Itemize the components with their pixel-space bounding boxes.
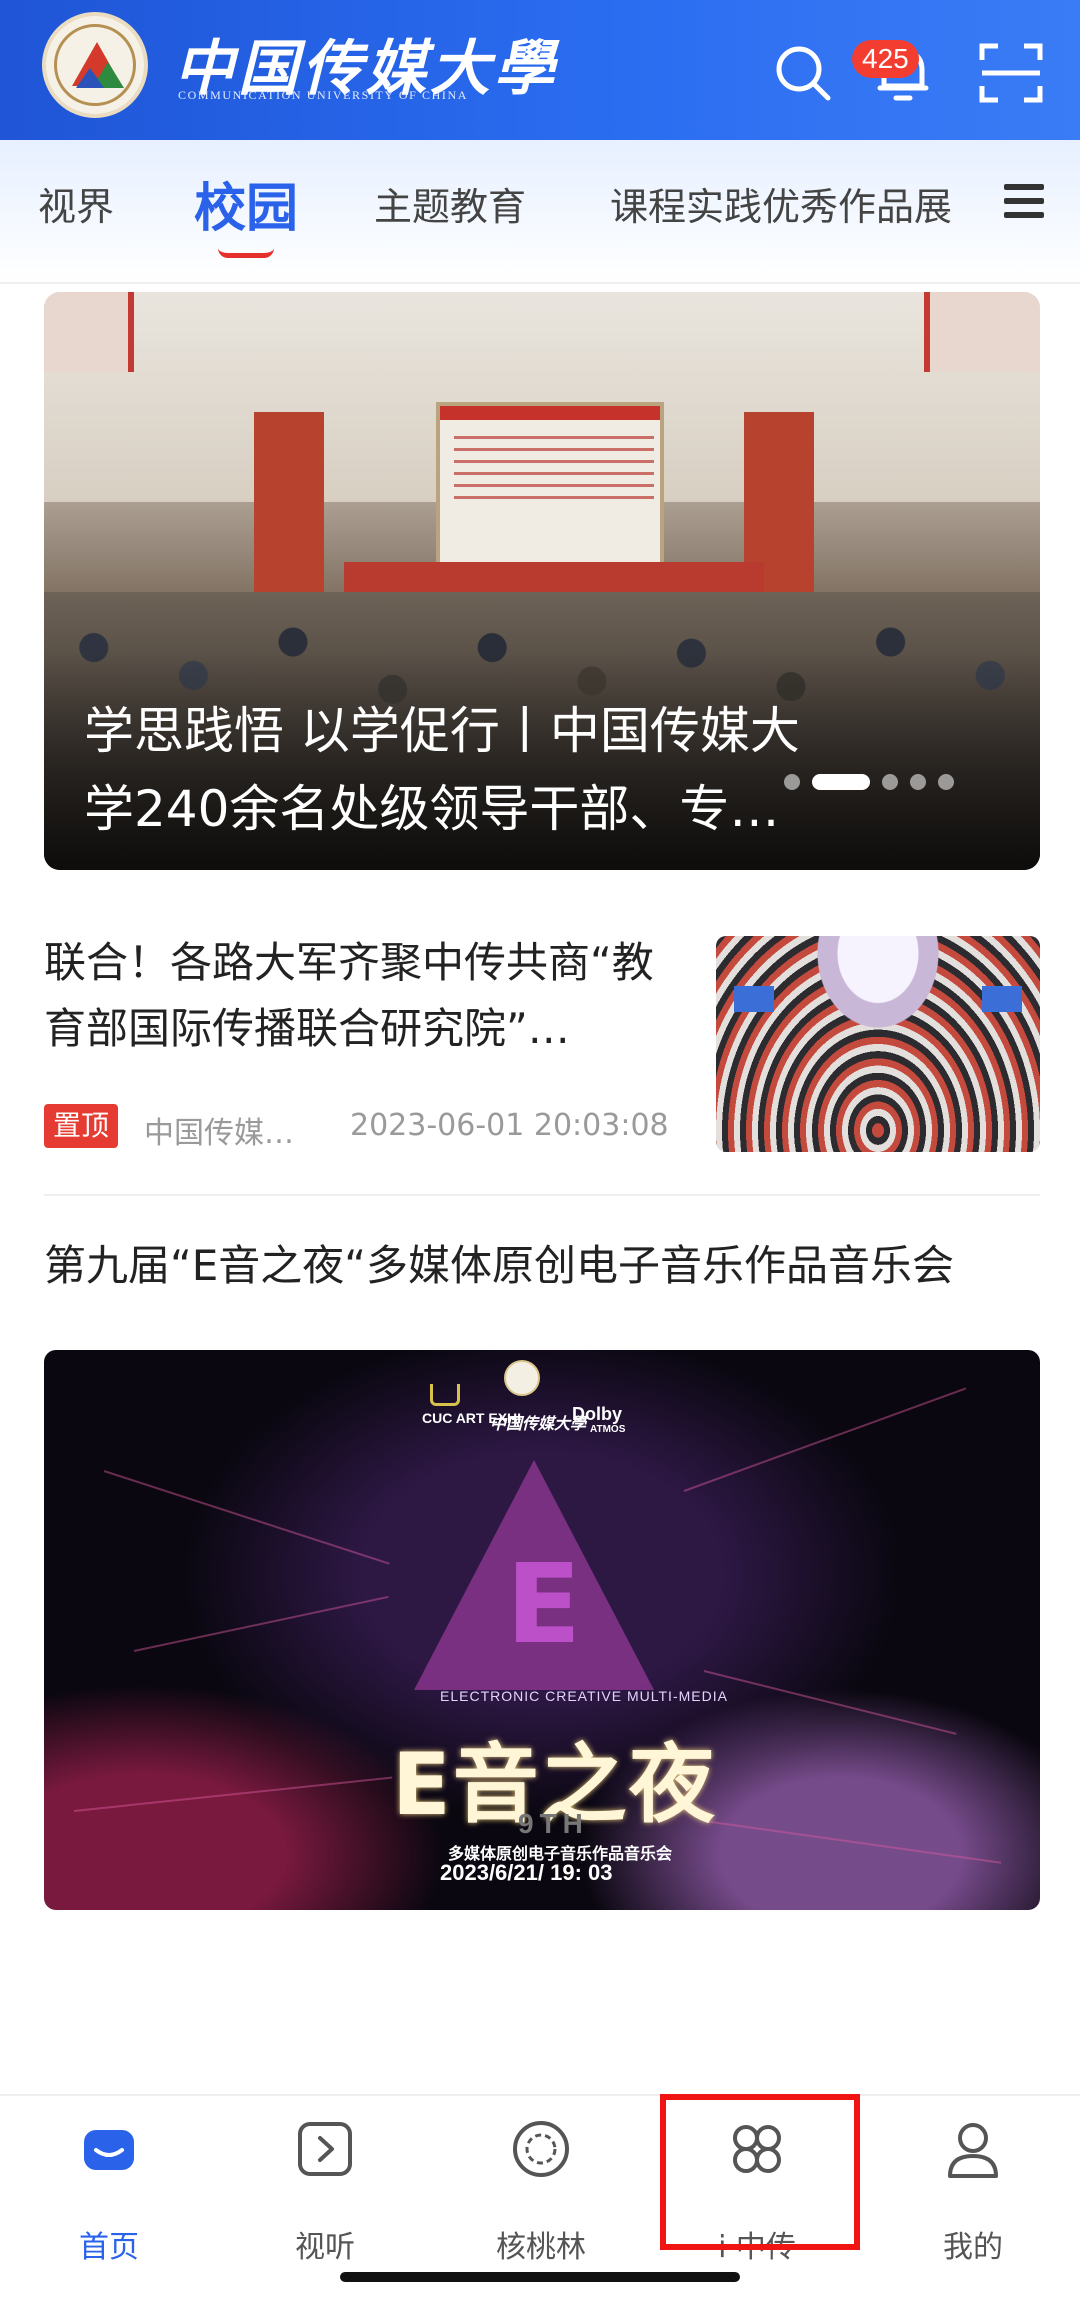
hero-carousel[interactable]: 学思践悟 以学促行丨中国传媒大学240余名处级领导干部、专… (44, 292, 1040, 870)
hero-title[interactable]: 学思践悟 以学促行丨中国传媒大学240余名处级领导干部、专… (84, 692, 844, 848)
nav-media[interactable]: 视听 (240, 2114, 410, 2265)
app-root: 中国传媒大學 COMMUNICATION UNIVERSITY OF CHINA… (0, 0, 1080, 2299)
poster-date: 2023/6/21/ 19: 03 (440, 1860, 613, 1885)
divider (44, 1194, 1040, 1196)
search-icon[interactable] (770, 40, 836, 106)
apps-icon (733, 2125, 781, 2173)
poster-sponsors: CUC ART EXHI 中国传媒大學 Dolby ATMOS (422, 1360, 722, 1435)
news-source: 中国传媒… (144, 1116, 294, 1151)
walnut-icon (513, 2121, 569, 2177)
news-thumbnail[interactable] (716, 936, 1040, 1152)
home-icon (84, 2130, 134, 2170)
play-icon (298, 2122, 352, 2176)
news-meta: 置顶 中国传媒… 2023-06-01 20:03:08 (44, 1104, 684, 1151)
nav-walnut-forest[interactable]: 核桃林 (456, 2114, 626, 2265)
tab-theme-education[interactable]: 主题教育 (374, 176, 526, 231)
poster-edition: 9TH (518, 1808, 589, 1839)
concert-poster-image[interactable]: E CUC ART EXHI 中国传媒大學 Dolby ATMOS ELECTR… (44, 1350, 1040, 1910)
nav-profile[interactable]: 我的 (888, 2114, 1058, 2265)
notification-badge: 425 (852, 40, 919, 78)
hero-image-stage-screen (436, 402, 664, 572)
nav-i-cuc[interactable]: i·中传 (672, 2114, 842, 2265)
category-tabs: 视界 校园 主题教育 课程实践优秀作品展 (0, 140, 1080, 282)
menu-icon[interactable] (1004, 184, 1044, 224)
active-tab-indicator (218, 248, 274, 258)
news-item[interactable]: 联合！各路大军齐聚中传共商“教育部国际传播联合研究院”… 置顶 中国传媒… 20… (44, 930, 1040, 1170)
pinned-badge: 置顶 (44, 1104, 118, 1148)
university-seal-logo[interactable] (42, 12, 148, 118)
bottom-navigation: 首页 视听 核桃林 i·中传 我的 (0, 2094, 1080, 2299)
divider (0, 282, 1080, 284)
tab-course-showcase[interactable]: 课程实践优秀作品展 (610, 176, 952, 231)
news-title[interactable]: 联合！各路大军齐聚中传共商“教育部国际传播联合研究院”… (44, 930, 684, 1062)
scan-icon[interactable] (978, 40, 1044, 106)
person-icon (948, 2123, 998, 2178)
logo-english-text: COMMUNICATION UNIVERSITY OF CHINA (178, 88, 469, 102)
tab-view[interactable]: 视界 (38, 176, 114, 231)
poster-tagline: ELECTRONIC CREATIVE MULTI-MEDIA (440, 1688, 728, 1704)
tab-campus[interactable]: 校园 (194, 166, 298, 241)
news-title[interactable]: 第九届“E音之夜“多媒体原创电子音乐作品音乐会 (44, 1236, 1044, 1296)
news-time: 2023-06-01 20:03:08 (350, 1108, 669, 1143)
nav-home[interactable]: 首页 (24, 2114, 194, 2265)
top-header: 中国传媒大學 COMMUNICATION UNIVERSITY OF CHINA… (0, 0, 1080, 140)
home-indicator[interactable] (340, 2272, 740, 2282)
